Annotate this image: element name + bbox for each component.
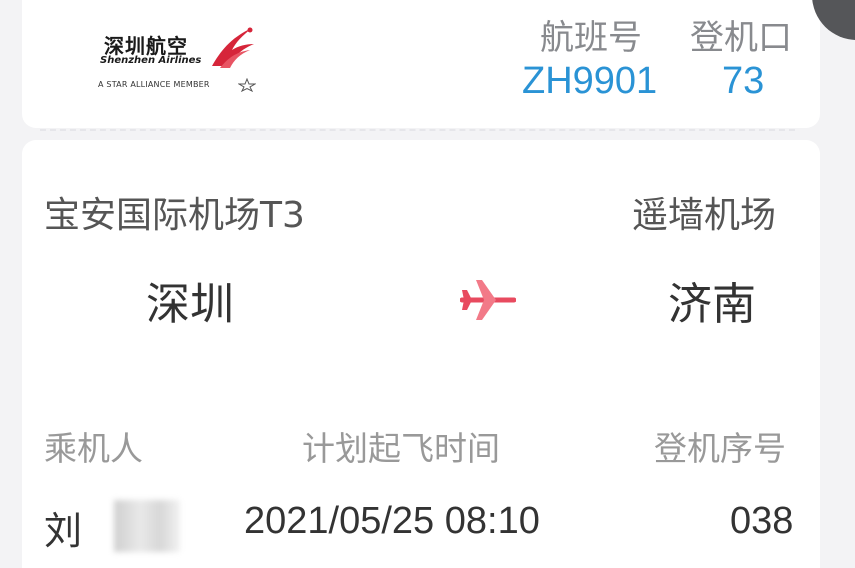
departure-time-label: 计划起飞时间 (302, 429, 500, 468)
passenger-name: 刘 (44, 509, 83, 553)
boarding-pass-screen: 深圳航空 Shenzhen Airlines A STAR ALLIANCE M… (0, 0, 855, 568)
roc-bird-icon (212, 27, 254, 68)
shenzhen-airlines-logo: 深圳航空 Shenzhen Airlines A STAR ALLIANCE M… (98, 22, 268, 100)
airplane-icon (460, 280, 516, 320)
destination-airport: 遥墙机场 (632, 195, 777, 236)
boarding-sequence-label: 登机序号 (654, 429, 786, 468)
redacted-name-blur (114, 500, 180, 552)
alliance-text: A STAR ALLIANCE MEMBER (98, 80, 210, 89)
flight-number-label: 航班号 (540, 18, 642, 58)
origin-city: 深圳 (146, 279, 234, 330)
gate-label: 登机口 (690, 18, 792, 58)
destination-city: 济南 (668, 279, 756, 330)
card-divider (40, 129, 795, 131)
star-alliance-icon (238, 78, 256, 92)
boarding-sequence-value: 038 (730, 500, 794, 542)
flight-number-value: ZH9901 (522, 60, 658, 102)
logo-name-en: Shenzhen Airlines (100, 55, 202, 66)
passenger-label: 乘机人 (44, 429, 143, 468)
departure-time-value: 2021/05/25 08:10 (244, 500, 540, 542)
origin-airport: 宝安国际机场T3 (44, 195, 305, 236)
gate-value: 73 (722, 60, 765, 102)
